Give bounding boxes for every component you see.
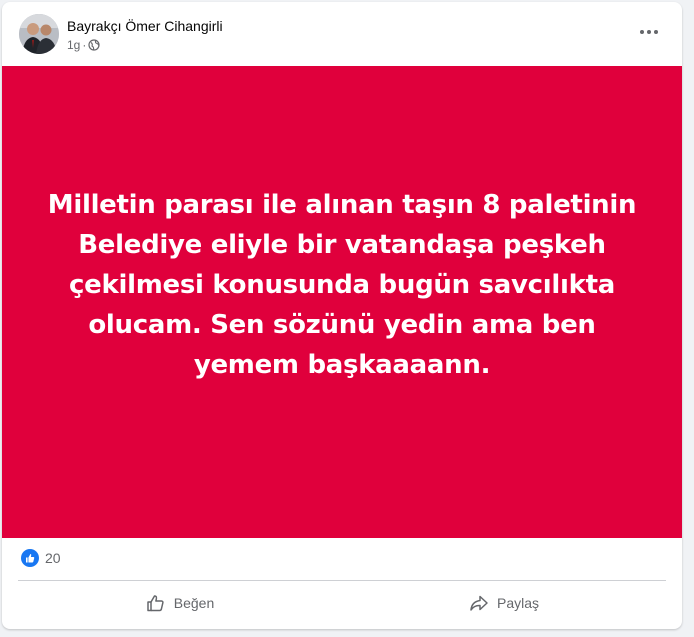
post-time[interactable]: 1g: [67, 38, 80, 52]
more-options-button[interactable]: [636, 20, 662, 44]
reactions-summary[interactable]: 20: [21, 549, 61, 567]
actions-divider: [18, 580, 666, 581]
share-icon: [469, 593, 489, 613]
like-button-label: Beğen: [173, 595, 215, 611]
post-actions: Beğen Paylaş: [18, 584, 666, 622]
post-meta: 1g ·: [67, 38, 100, 52]
post-header: Bayrakçı Ömer Cihangirli 1g ·: [2, 2, 682, 64]
share-button[interactable]: Paylaş: [342, 584, 666, 622]
avatar-photo: [19, 14, 59, 54]
globe-icon: [88, 39, 100, 51]
like-icon: [21, 549, 39, 567]
post-background[interactable]: Milletin parası ile alınan taşın 8 palet…: [2, 66, 682, 538]
author-name[interactable]: Bayrakçı Ömer Cihangirli: [67, 18, 223, 34]
like-button[interactable]: Beğen: [18, 584, 342, 622]
meta-separator: ·: [82, 38, 87, 52]
reaction-count: 20: [45, 550, 61, 566]
thumbs-up-icon: [146, 593, 166, 613]
post-card: Bayrakçı Ömer Cihangirli 1g · Milletin p…: [2, 2, 682, 629]
share-button-label: Paylaş: [496, 595, 540, 611]
author-avatar[interactable]: [19, 14, 59, 54]
post-text: Milletin parası ile alınan taşın 8 palet…: [47, 190, 637, 380]
more-dots-icon: [640, 30, 658, 34]
